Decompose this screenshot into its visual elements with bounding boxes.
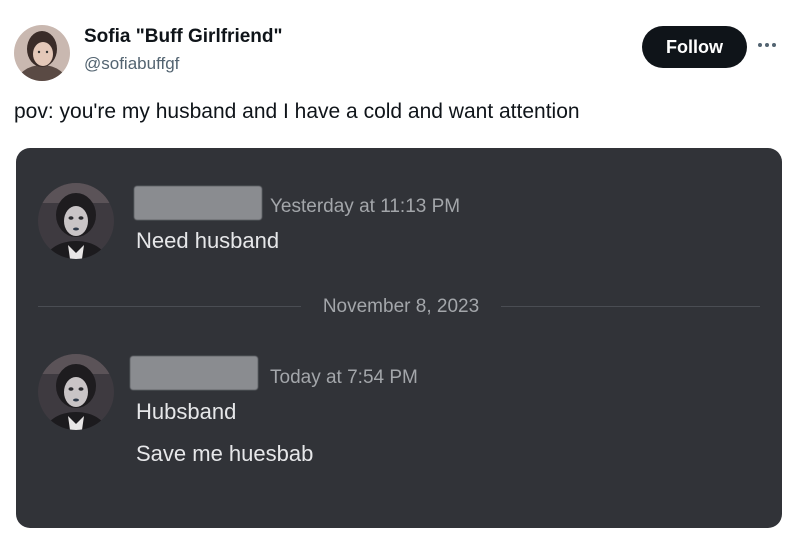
- date-divider-label: November 8, 2023: [301, 293, 501, 321]
- author-handle[interactable]: @sofiabuffgf: [84, 54, 179, 74]
- blurred-username: [134, 186, 262, 220]
- message-text: Hubsband: [136, 399, 237, 424]
- chat-screenshot[interactable]: Yesterday at 11:13 PM Need husband Novem…: [16, 148, 782, 528]
- tweet-header: Sofia "Buff Girlfriend" @sofiabuffgf Fol…: [0, 0, 800, 90]
- message-text: Save me huesbab: [136, 441, 314, 466]
- tweet-text: pov: you're my husband and I have a cold…: [14, 100, 580, 123]
- follow-button[interactable]: Follow: [642, 26, 747, 68]
- blurred-username: [130, 356, 258, 390]
- message-timestamp: Yesterday at 11:13 PM: [270, 196, 461, 217]
- author-avatar[interactable]: [14, 25, 70, 81]
- message-avatar: [38, 183, 114, 259]
- author-display-name[interactable]: Sofia "Buff Girlfriend": [84, 26, 283, 48]
- message-text: Need husband: [136, 228, 280, 253]
- message-timestamp: Today at 7:54 PM: [270, 367, 418, 388]
- message-avatar: [38, 354, 114, 430]
- ellipsis-icon[interactable]: [756, 30, 778, 52]
